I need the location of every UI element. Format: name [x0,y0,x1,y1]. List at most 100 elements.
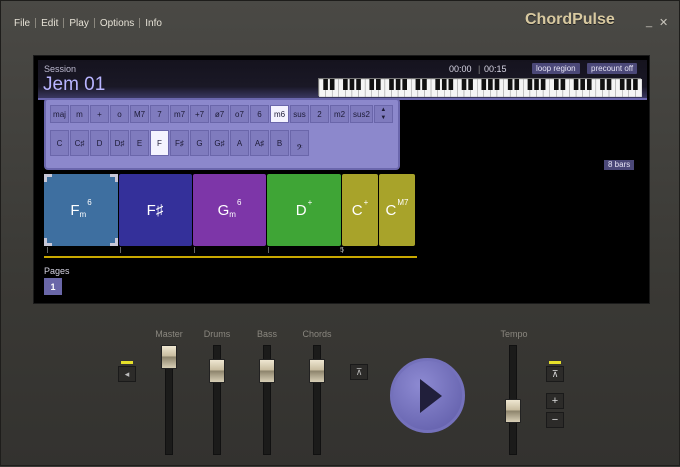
note-button-3[interactable]: D♯ [110,130,129,156]
menu-bar: File Edit Play Options Info [9,16,167,30]
black-key [376,79,381,90]
menu-edit[interactable]: Edit [36,18,63,29]
quality-button-12[interactable]: sus [290,105,309,123]
note-button-7[interactable]: G [190,130,209,156]
quality-button-10[interactable]: 6 [250,105,269,123]
up-arrow-icon[interactable]: ▲ [380,106,386,114]
selection-corner [110,174,118,182]
note-button-5[interactable]: F [150,130,169,156]
precount-button[interactable]: precount off [587,63,638,74]
quality-scroll-arrows[interactable]: ▲ ▼ [373,105,393,123]
note-button-0[interactable]: C [50,130,69,156]
quality-button-14[interactable]: m2 [330,105,349,123]
play-icon [419,378,442,413]
chord-root: F♯ [146,201,164,219]
timeline[interactable]: 5 [44,247,417,258]
black-key [573,79,579,90]
chords-slider-knob[interactable] [309,359,325,383]
quality-row: maj m + o M7 7 m7 +7 ø7 o7 6 m6 sus 2 m2 sus2 ▲ ▼ [50,105,393,123]
mixer-reset-icon[interactable]: ⊼ [350,364,368,380]
quality-button-6[interactable]: m7 [170,105,189,123]
speaker-icon[interactable]: ◂ [118,366,136,382]
note-button-6[interactable]: F♯ [170,130,189,156]
quality-button-13[interactable]: 2 [310,105,329,123]
menu-play[interactable]: Play [64,18,93,29]
note-row: C C♯ D D♯ E F F♯ G G♯ A A♯ B 𝄢 [50,130,309,156]
chord-block-1[interactable]: F♯ [119,174,192,246]
play-button[interactable] [390,358,465,433]
note-button-11[interactable]: B [270,130,289,156]
black-key [329,79,335,90]
black-key [619,79,625,90]
black-key [461,79,467,90]
note-button-8[interactable]: G♯ [210,130,229,156]
chord-selector: maj m + o M7 7 m7 +7 ø7 o7 6 m6 sus 2 m2 sus2 ▲ ▼ C C♯ D D♯ E… [44,98,400,170]
timeline-tick [47,247,48,253]
quality-button-3[interactable]: o [110,105,129,123]
note-button-2[interactable]: D [90,130,109,156]
black-key [468,79,473,90]
piano-keyboard[interactable] [318,78,643,98]
chord-root: G [217,201,230,219]
chord-block-4[interactable]: C + [342,174,378,246]
quality-button-5[interactable]: 7 [150,105,169,123]
chord-root: D [295,201,307,219]
timeline-bar-number: 5 [340,247,344,254]
chord-block-5[interactable]: C M7 [379,174,415,246]
note-button-4[interactable]: E [130,130,149,156]
quality-button-15[interactable]: sus2 [350,105,373,123]
bars-badge[interactable]: 8 bars [604,160,635,170]
black-key [356,79,361,90]
down-arrow-icon[interactable]: ▼ [380,114,386,122]
black-key [488,79,493,90]
quality-button-8[interactable]: ø7 [210,105,229,123]
menu-options[interactable]: Options [95,18,139,29]
minimize-button[interactable]: _ [646,16,652,28]
quality-button-1[interactable]: m [70,105,89,123]
quality-button-0[interactable]: maj [50,105,69,123]
tempo-decrease-button[interactable]: − [546,412,564,428]
close-button[interactable]: ✕ [659,16,668,29]
black-key [633,79,638,90]
menu-info[interactable]: Info [140,18,167,29]
quality-button-9[interactable]: o7 [230,105,249,123]
bass-slider-knob[interactable] [259,359,275,383]
note-button-10[interactable]: A♯ [250,130,269,156]
bass-clef-icon[interactable]: 𝄢 [290,130,309,156]
tempo-reset-icon[interactable]: ⊼ [546,366,564,382]
black-key [540,79,546,90]
tempo-led [549,361,561,364]
tempo-increase-button[interactable]: + [546,393,564,409]
black-key [494,79,500,90]
chord-block-3[interactable]: D + [267,174,341,246]
black-key [527,79,533,90]
note-button-9[interactable]: A [230,130,249,156]
drums-slider-knob[interactable] [209,359,225,383]
note-button-1[interactable]: C♯ [70,130,89,156]
chord-root: C [385,201,397,219]
chord-block-0[interactable]: Fm6 [44,174,118,246]
chord-root: C [351,201,363,219]
chord-sup: 6 [87,197,92,207]
time-separator: | [478,64,481,74]
loop-region-button[interactable]: loop region [532,63,580,74]
chords-label: Chords [302,329,332,339]
quality-button-4[interactable]: M7 [130,105,149,123]
master-mute-led [121,361,133,364]
menu-file[interactable]: File [9,18,35,29]
black-key [389,79,394,90]
tempo-slider-knob[interactable] [505,399,521,423]
black-key [369,79,375,90]
quality-button-11[interactable]: m6 [270,105,289,123]
black-key [560,79,566,90]
black-key [323,79,328,90]
black-key [534,79,539,90]
quality-button-2[interactable]: + [90,105,109,123]
chord-sup: + [307,197,313,207]
page-1-button[interactable]: 1 [44,278,62,295]
chord-sup: M7 [397,197,409,207]
chord-block-2[interactable]: Gm6 [193,174,266,246]
quality-button-7[interactable]: +7 [190,105,209,123]
session-name[interactable]: Jem 01 [43,74,105,96]
master-slider-knob[interactable] [161,345,177,369]
